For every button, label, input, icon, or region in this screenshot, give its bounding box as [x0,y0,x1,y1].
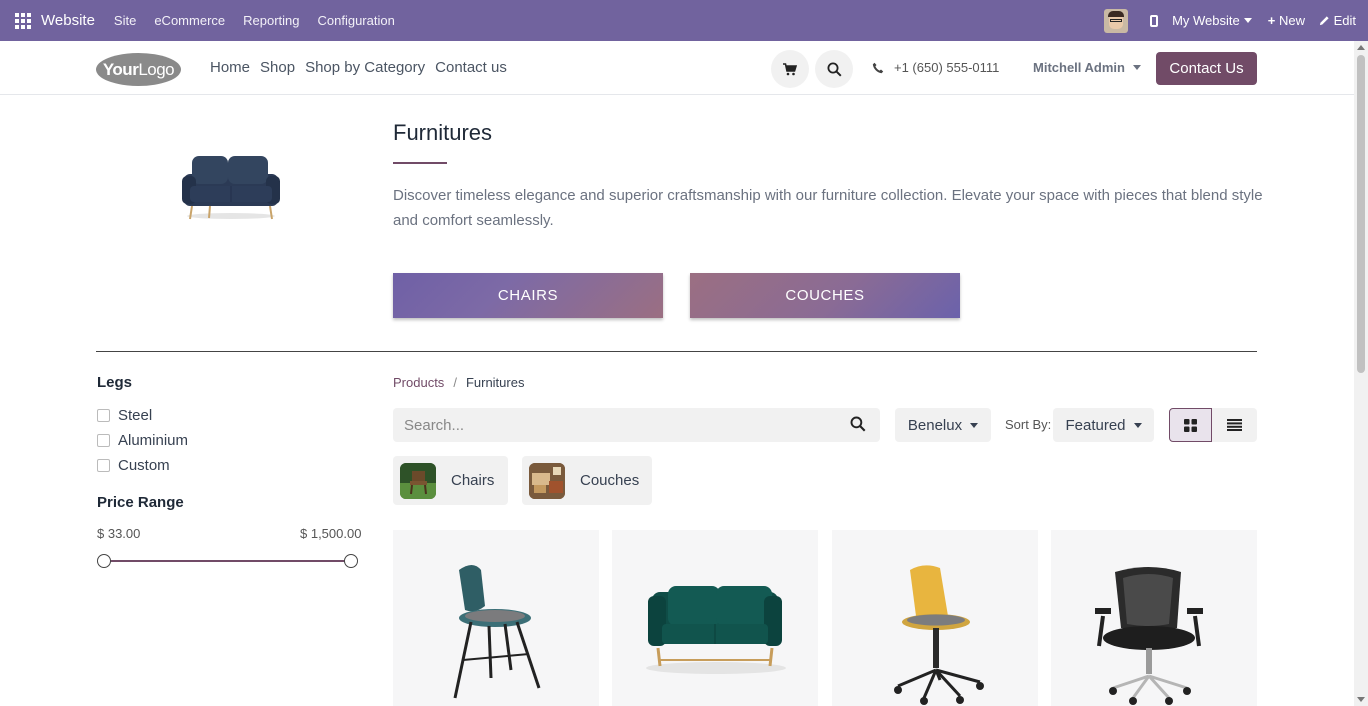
apps-menu-icon[interactable] [15,12,31,29]
search-button[interactable] [815,50,853,88]
header-phone[interactable]: +1 (650) 555-0111 [872,60,999,75]
nav-contact-us[interactable]: Contact us [435,59,507,76]
page-scrollbar[interactable] [1354,41,1368,706]
chevron-down-icon [970,422,979,428]
edit-button[interactable]: Edit [1319,13,1356,28]
plus-icon: + [1267,13,1276,28]
price-slider-track[interactable] [104,560,350,562]
chevron-down-icon [1132,65,1141,70]
new-content-button[interactable]: + New [1268,13,1305,28]
main-nav: Home Shop Shop by Category Contact us [210,59,517,76]
user-avatar[interactable] [1104,8,1129,33]
category-title: Furnitures [393,120,493,145]
admin-menu-site[interactable]: Site [114,13,136,28]
product-search [393,408,880,442]
cart-icon [783,62,797,75]
legs-filter-aluminium[interactable]: Aluminium [97,432,188,449]
admin-menu: Site eCommerce Reporting Configuration [114,13,413,28]
grid-view-button[interactable] [1169,408,1212,442]
website-switcher[interactable]: My Website [1172,13,1252,28]
pricelist-value: Benelux [907,416,963,434]
chevron-down-icon [1133,422,1142,428]
chairs-thumbnail [400,462,436,499]
title-underline [393,162,447,164]
logo-text-light: Logo [138,59,175,79]
user-menu[interactable]: Mitchell Admin [1033,60,1141,75]
category-chip-couches-label: Couches [580,472,640,489]
legs-filter-custom-label: Custom [118,457,170,474]
product-card[interactable] [832,530,1038,706]
chevron-down-icon [1243,18,1252,23]
breadcrumb-current: Furnitures [465,375,525,390]
price-min: $ 33.00 [97,526,141,541]
category-chip-chairs[interactable]: Chairs [393,456,508,505]
logo-text-bold: Your [102,59,139,79]
category-image [182,156,280,220]
nav-shop[interactable]: Shop [260,59,295,76]
subcategory-chairs-button[interactable]: CHAIRS [393,273,663,318]
breadcrumb-separator: / [453,375,457,390]
site-logo[interactable]: Your Logo [96,53,181,86]
category-description: Discover timeless elegance and superior … [393,187,1263,229]
product-image [393,530,599,706]
price-slider-min-handle[interactable] [97,554,111,568]
price-range-title: Price Range [97,494,184,511]
list-icon [1227,419,1242,431]
checkbox[interactable] [97,434,110,447]
legs-filter-aluminium-label: Aluminium [118,432,189,449]
grid-icon [1184,418,1197,432]
legs-filter-title: Legs [97,374,133,391]
checkbox[interactable] [97,409,110,422]
sort-dropdown[interactable]: Featured [1053,408,1154,442]
subcategory-couches-button[interactable]: COUCHES [690,273,960,318]
admin-menu-reporting[interactable]: Reporting [243,13,299,28]
website-switcher-label: My Website [1172,13,1240,28]
legs-filter-steel[interactable]: Steel [97,407,152,424]
admin-menu-ecommerce[interactable]: eCommerce [154,13,225,28]
header-phone-number: +1 (650) 555-0111 [894,60,1000,75]
edit-label: Edit [1333,13,1356,28]
nav-home[interactable]: Home [210,59,250,76]
price-slider-max-handle[interactable] [344,554,358,568]
price-max: $ 1,500.00 [300,526,362,541]
product-search-input[interactable] [393,408,813,442]
contact-us-button[interactable]: Contact Us [1156,52,1257,85]
user-menu-label: Mitchell Admin [1033,60,1125,75]
nav-shop-by-category[interactable]: Shop by Category [305,59,425,76]
product-card[interactable] [612,530,818,706]
cart-button[interactable] [771,50,809,88]
scroll-up-arrow-icon[interactable] [1357,45,1365,50]
mobile-preview-icon[interactable] [1150,14,1159,27]
list-view-button[interactable] [1212,408,1257,442]
phone-icon [872,62,884,73]
scroll-down-arrow-icon[interactable] [1357,697,1365,702]
legs-filter-steel-label: Steel [118,407,153,424]
couches-thumbnail [529,462,565,499]
product-card[interactable] [393,530,599,706]
breadcrumb-products[interactable]: Products [393,375,444,390]
admin-navbar: Website Site eCommerce Reporting Configu… [0,0,1368,41]
pencil-icon [1319,16,1329,26]
scrollbar-thumb[interactable] [1357,55,1365,373]
search-icon [827,62,842,77]
site-header: Your Logo Home Shop Shop by Category Cont… [0,41,1354,95]
category-chip-chairs-label: Chairs [451,472,495,489]
search-icon[interactable] [850,416,866,432]
product-image [612,530,818,706]
product-card[interactable] [1051,530,1257,706]
product-image [1051,530,1257,706]
sort-label: Sort By: [1005,417,1052,432]
app-brand[interactable]: Website [41,12,95,29]
admin-bar-right: My Website + New Edit [1104,0,1368,41]
new-content-label: New [1278,13,1305,28]
category-chip-couches[interactable]: Couches [522,456,652,505]
admin-menu-configuration[interactable]: Configuration [318,13,395,28]
product-image [832,530,1038,706]
pricelist-dropdown[interactable]: Benelux [895,408,991,442]
breadcrumb: Products / Furnitures [393,375,524,390]
section-divider [96,351,1257,352]
checkbox[interactable] [97,459,110,472]
sort-value: Featured [1065,416,1126,434]
legs-filter-custom[interactable]: Custom [97,457,170,474]
